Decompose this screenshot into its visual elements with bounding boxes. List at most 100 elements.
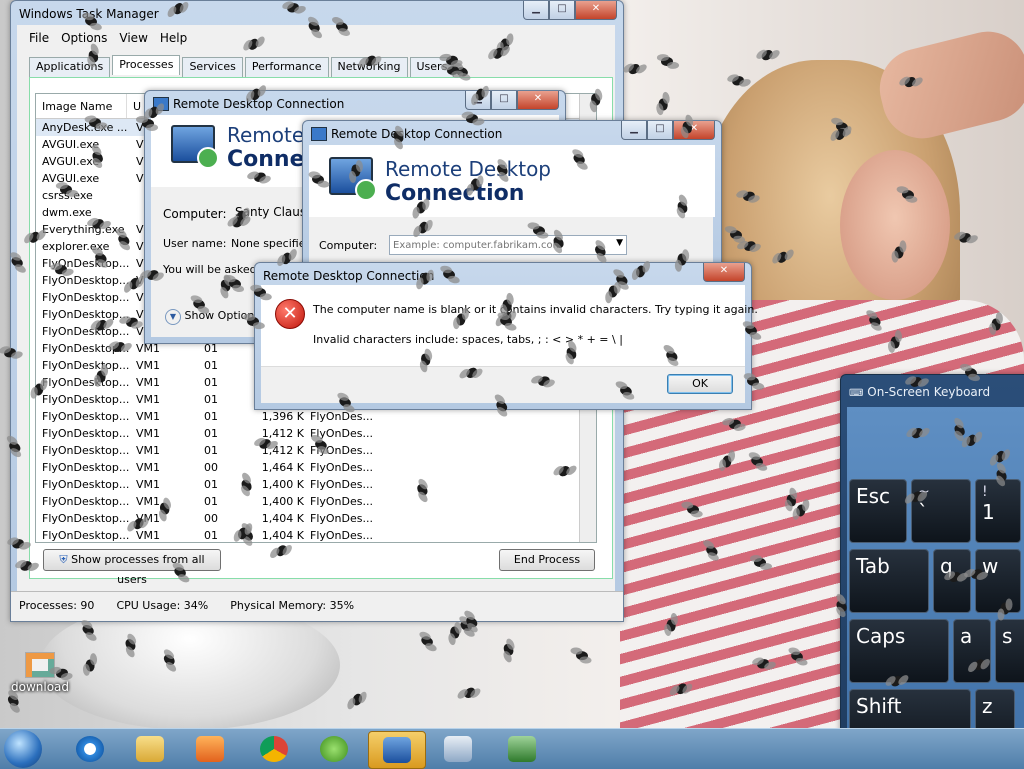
maximize-button[interactable]: □ — [491, 91, 517, 110]
taskbar-utorrent[interactable] — [306, 731, 362, 767]
key-tab[interactable]: Tab — [849, 549, 929, 613]
cell-image-name: FlyOnDesktop... — [42, 359, 130, 372]
banner-line-1: Remote — [227, 123, 305, 147]
close-button[interactable]: ✕ — [517, 91, 559, 110]
table-row[interactable]: FlyOnDesktop... VM1 00 1,404 K FlyOnDes... — [36, 510, 596, 527]
column-image-name[interactable]: Image Name — [36, 94, 127, 118]
error-icon: ✕ — [275, 299, 305, 329]
cell-description: FlyOnDes... — [310, 512, 373, 525]
start-button[interactable] — [4, 730, 42, 768]
chevron-down-icon[interactable]: ▼ — [616, 238, 623, 248]
taskbar-chrome[interactable] — [246, 731, 302, 767]
table-row[interactable]: FlyOnDesktop... VM1 01 1,400 K FlyOnDes... — [36, 476, 596, 493]
fly-sprite — [654, 91, 673, 115]
key-shift[interactable]: Shift — [849, 689, 971, 728]
fly-sprite — [346, 687, 368, 713]
maximize-button[interactable]: □ — [549, 1, 575, 20]
fly-sprite — [453, 307, 470, 330]
show-all-processes-button[interactable]: ⛨ Show processes from all users — [43, 549, 221, 586]
tab-processes[interactable]: Processes — [112, 55, 181, 75]
key-z[interactable]: z — [975, 689, 1015, 728]
cell-user: VM1 — [136, 478, 161, 491]
rdc-front-banner: Remote Desktop Connection — [309, 145, 715, 217]
cell-image-name: dwm.exe — [42, 206, 92, 219]
cell-description: FlyOnDes... — [310, 461, 373, 474]
cell-cpu: 01 — [204, 478, 218, 491]
close-button[interactable]: ✕ — [703, 263, 745, 282]
fly-sprite — [84, 114, 107, 131]
cell-image-name: FlyOnDesktop... — [42, 478, 130, 491]
task-manager-icon — [508, 736, 536, 762]
rdc-window-front[interactable]: Remote Desktop Connection ▁ □ ✕ Remote D… — [302, 120, 722, 282]
menu-bar: File Options View Help — [29, 31, 187, 45]
minimize-button[interactable]: ▁ — [621, 121, 647, 140]
key-s[interactable]: s — [995, 619, 1024, 683]
cell-user: VM1 — [136, 359, 161, 372]
utorrent-icon — [320, 736, 348, 762]
cell-image-name: FlyOnDesktop... — [42, 495, 130, 508]
computer-label: Computer: — [319, 239, 378, 252]
taskbar-file-explorer[interactable] — [122, 731, 178, 767]
cell-image-name: FlyOnDesktop... — [42, 325, 130, 338]
fly-sprite — [674, 249, 690, 272]
taskbar-media-player[interactable] — [182, 731, 238, 767]
error-message: The computer name is blank or it contain… — [313, 303, 758, 316]
tab-performance[interactable]: Performance — [244, 57, 329, 77]
cell-description: FlyOnDes... — [310, 529, 373, 542]
cell-image-name: FlyOnDesktop... — [42, 291, 130, 304]
menu-help[interactable]: Help — [160, 31, 187, 45]
taskbar-task-manager[interactable] — [494, 731, 550, 767]
chrome-icon — [260, 736, 288, 762]
fly-sprite — [886, 330, 903, 353]
table-row[interactable]: FlyOnDesktop... VM1 01 1,400 K FlyOnDes... — [36, 493, 596, 510]
cell-cpu: 01 — [204, 376, 218, 389]
fly-sprite — [307, 171, 331, 189]
folder-icon — [136, 736, 164, 762]
table-row[interactable]: FlyOnDesktop... VM1 01 1,396 K FlyOnDes... — [36, 408, 596, 425]
tab-services[interactable]: Services — [182, 57, 243, 77]
cell-image-name: csrss.exe — [42, 189, 93, 202]
cell-cpu: 01 — [204, 495, 218, 508]
table-row[interactable]: FlyOnDesktop... VM1 00 1,464 K FlyOnDes... — [36, 459, 596, 476]
taskbar-remote-desktop[interactable] — [368, 731, 426, 769]
cell-cpu: 01 — [204, 427, 218, 440]
cell-description: FlyOnDes... — [310, 478, 373, 491]
key-1-main: 1 — [982, 500, 995, 524]
minimize-button[interactable]: ▁ — [523, 1, 549, 20]
window-controls: ▁ □ ✕ — [523, 1, 617, 20]
fly-sprite — [497, 637, 520, 663]
on-screen-keyboard-window[interactable]: ⌨ On-Screen Keyboard Esc ~ ` ! 1 @ 2 Tab… — [840, 374, 1024, 728]
table-row[interactable]: FlyOnDesktop... VM1 01 1,404 K FlyOnDes... — [36, 527, 596, 542]
cell-image-name: FlyOnDesktop... — [42, 393, 130, 406]
cell-image-name: FlyOnDesktop... — [42, 512, 130, 525]
ok-button[interactable]: OK — [667, 374, 733, 394]
cell-user: VM1 — [136, 410, 161, 423]
fly-sprite — [415, 630, 441, 653]
error-dialog[interactable]: Remote Desktop Connection ✕ ✕ The comput… — [254, 262, 758, 410]
taskbar-network-app[interactable] — [430, 731, 486, 767]
menu-options[interactable]: Options — [61, 31, 107, 45]
key-esc[interactable]: Esc — [849, 479, 907, 543]
cell-image-name: FlyOnDesktop... — [42, 308, 130, 321]
fly-sprite — [891, 240, 906, 262]
cell-user: VM1 — [136, 376, 161, 389]
end-process-button[interactable]: End Process — [499, 549, 595, 571]
maximize-button[interactable]: □ — [647, 121, 673, 140]
cell-user: VM1 — [136, 444, 161, 457]
fly-sprite — [998, 599, 1013, 621]
key-1[interactable]: ! 1 — [975, 479, 1021, 543]
fly-sprite — [987, 312, 1005, 336]
fly-sprite — [742, 372, 766, 390]
cell-memory: 1,400 K — [261, 495, 304, 508]
remote-desktop-icon — [383, 737, 411, 763]
close-button[interactable]: ✕ — [575, 1, 617, 20]
cell-image-name: FlyOnDesktop... — [42, 274, 130, 287]
desktop-icon-label: download — [10, 680, 70, 694]
fly-sprite — [895, 186, 919, 204]
cell-image-name: AVGUI.exe — [42, 155, 100, 168]
key-1-shift: ! — [982, 484, 988, 500]
status-memory: Physical Memory: 35% — [230, 599, 355, 612]
menu-view[interactable]: View — [119, 31, 147, 45]
taskbar-internet-explorer[interactable] — [62, 731, 118, 767]
menu-file[interactable]: File — [29, 31, 49, 45]
